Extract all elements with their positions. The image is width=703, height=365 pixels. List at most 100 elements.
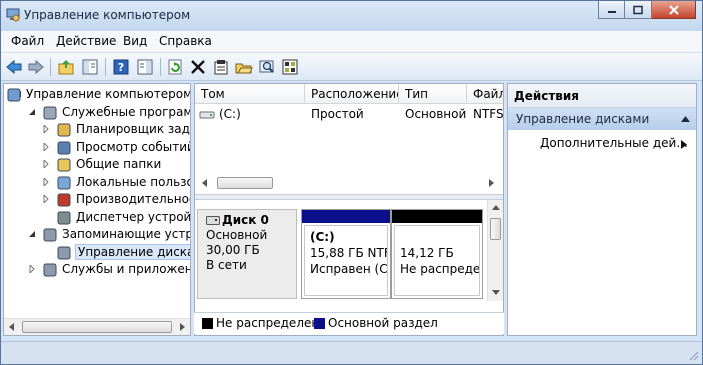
svg-text:?: ? bbox=[118, 61, 124, 74]
properties-icon[interactable] bbox=[212, 58, 230, 76]
actions-section-disk-management[interactable]: Управление дисками bbox=[508, 108, 696, 130]
tree-item[interactable]: Служебные программы bbox=[4, 104, 190, 122]
scroll-left-icon[interactable] bbox=[8, 323, 16, 331]
collapsed-arrow-icon[interactable] bbox=[42, 125, 50, 133]
tree-item[interactable]: Производительность bbox=[4, 191, 190, 209]
tree-item[interactable]: Планировщик заданий bbox=[4, 121, 190, 139]
tree-horizontal-scrollbar[interactable] bbox=[4, 318, 190, 335]
actions-more-label: Дополнительные дей... bbox=[540, 136, 688, 150]
column-header-type[interactable]: Тип bbox=[399, 84, 467, 104]
console-tree: Управление компьютером (л Служебные прогр… bbox=[3, 83, 191, 336]
open-icon[interactable] bbox=[235, 58, 253, 76]
show-hide-tree-icon[interactable] bbox=[81, 58, 99, 76]
resize-grip-icon[interactable] bbox=[689, 351, 699, 361]
actions-more-item[interactable]: Дополнительные дей... bbox=[540, 136, 688, 150]
collapsed-arrow-icon[interactable] bbox=[42, 160, 50, 168]
device-manager-icon bbox=[57, 211, 71, 224]
legend-swatch-primary bbox=[314, 318, 325, 329]
show-hide-action-pane-icon[interactable] bbox=[136, 58, 154, 76]
menu-action[interactable]: Действие bbox=[56, 34, 116, 48]
disk-icon bbox=[206, 216, 220, 225]
tree-item-label: Управление компьютером (л bbox=[26, 87, 191, 101]
column-header-filesystem[interactable]: Файл bbox=[467, 84, 503, 104]
disk-info[interactable]: Диск 0 Основной 30,00 ГБ В сети bbox=[197, 209, 297, 299]
tree-item[interactable]: Запоминающие устройст bbox=[4, 226, 190, 244]
table-row[interactable]: (C:) Простой Основной NTFS bbox=[195, 106, 504, 124]
tree-item[interactable]: Локальные пользовате bbox=[4, 174, 190, 192]
tree-item-label: Просмотр событий bbox=[76, 139, 191, 154]
tree-item-label: Служебные программы bbox=[62, 104, 190, 119]
scroll-down-icon[interactable] bbox=[492, 288, 500, 296]
scroll-right-icon[interactable] bbox=[487, 179, 495, 187]
volume-type: Основной bbox=[405, 107, 467, 121]
menu-file[interactable]: Файл bbox=[11, 34, 44, 48]
collapsed-arrow-icon[interactable] bbox=[42, 177, 50, 186]
maximize-button[interactable] bbox=[625, 1, 652, 19]
collapse-up-icon[interactable] bbox=[681, 116, 690, 122]
window-title: Управление компьютером bbox=[24, 8, 191, 22]
tree-item[interactable]: Просмотр событий bbox=[4, 139, 190, 157]
refresh-icon[interactable] bbox=[166, 58, 184, 76]
volume-name: (C:) bbox=[219, 107, 241, 121]
submenu-arrow-icon[interactable] bbox=[681, 140, 687, 149]
expanded-arrow-icon[interactable] bbox=[28, 108, 36, 116]
tools-icon bbox=[43, 106, 57, 119]
main-window: Управление компьютером Файл Действие Вид… bbox=[0, 0, 703, 365]
menu-help[interactable]: Справка bbox=[159, 34, 212, 48]
legend-label-unallocated: Не распределен bbox=[216, 316, 320, 330]
disk-vertical-scrollbar[interactable] bbox=[487, 200, 503, 301]
toolbar: ? bbox=[1, 53, 702, 81]
export-icon[interactable] bbox=[281, 58, 299, 76]
volume-filesystem: NTFS bbox=[473, 107, 504, 121]
shared-folder-icon bbox=[57, 158, 71, 172]
expanded-arrow-icon[interactable] bbox=[28, 230, 36, 238]
column-header-volume[interactable]: Том bbox=[195, 84, 305, 104]
event-viewer-icon bbox=[57, 141, 71, 154]
back-icon[interactable] bbox=[5, 58, 23, 76]
tree-item[interactable]: Службы и приложения bbox=[4, 261, 190, 279]
legend: Не распределен Основной раздел bbox=[194, 312, 504, 334]
partition-unallocated[interactable]: 14,12 ГБ Не распредел bbox=[391, 209, 483, 299]
disk-management-icon bbox=[57, 246, 71, 259]
partition-c-name: (C:) bbox=[310, 230, 335, 244]
legend-swatch-unallocated bbox=[202, 318, 213, 329]
volume-layout: Простой bbox=[311, 107, 364, 121]
legend-label-primary: Основной раздел bbox=[328, 316, 438, 330]
collapsed-arrow-icon[interactable] bbox=[28, 265, 36, 273]
tree-item[interactable]: Управление дисками bbox=[4, 243, 190, 262]
computer-management-icon bbox=[6, 8, 20, 22]
close-button[interactable] bbox=[652, 1, 696, 19]
actions-pane: Действия Управление дисками Дополнительн… bbox=[507, 83, 697, 336]
up-folder-icon[interactable] bbox=[57, 58, 75, 76]
services-icon bbox=[43, 263, 57, 277]
tree-item-label: Запоминающие устройст bbox=[62, 227, 191, 241]
delete-icon[interactable] bbox=[189, 58, 207, 76]
menu-view[interactable]: Вид bbox=[123, 34, 147, 48]
scroll-right-icon[interactable] bbox=[178, 323, 186, 331]
volume-list-horizontal-scrollbar[interactable] bbox=[195, 175, 503, 192]
tree-scroll-thumb[interactable] bbox=[22, 321, 172, 333]
help-icon[interactable]: ? bbox=[112, 58, 130, 76]
column-header-layout[interactable]: Расположение bbox=[305, 84, 399, 104]
tree-item-label: Службы и приложения bbox=[62, 262, 190, 276]
tree-item[interactable]: Управление компьютером (л bbox=[4, 86, 190, 104]
tree-item[interactable]: Общие папки bbox=[4, 156, 190, 174]
drive-icon bbox=[199, 111, 215, 119]
title-bar[interactable]: Управление компьютером bbox=[1, 1, 702, 31]
close-icon bbox=[668, 4, 679, 15]
scroll-left-icon[interactable] bbox=[201, 179, 209, 187]
scroll-up-icon[interactable] bbox=[492, 204, 500, 212]
volume-list-scroll-thumb[interactable] bbox=[217, 177, 273, 189]
disk-type: Основной bbox=[206, 228, 268, 242]
partition-c[interactable]: (C:) 15,88 ГБ NTFS Исправен (Си bbox=[301, 209, 391, 299]
actions-section-label: Управление дисками bbox=[516, 112, 650, 126]
search-icon[interactable] bbox=[258, 58, 276, 76]
tree-item[interactable]: Диспетчер устройств bbox=[4, 209, 190, 227]
collapsed-arrow-icon[interactable] bbox=[42, 195, 50, 203]
partition-c-bar bbox=[302, 210, 390, 223]
tree-item-label: Локальные пользовате bbox=[76, 174, 190, 189]
disk-scroll-thumb[interactable] bbox=[490, 218, 501, 240]
collapsed-arrow-icon[interactable] bbox=[42, 142, 50, 151]
forward-icon[interactable] bbox=[27, 58, 45, 76]
minimize-button[interactable] bbox=[598, 1, 625, 19]
